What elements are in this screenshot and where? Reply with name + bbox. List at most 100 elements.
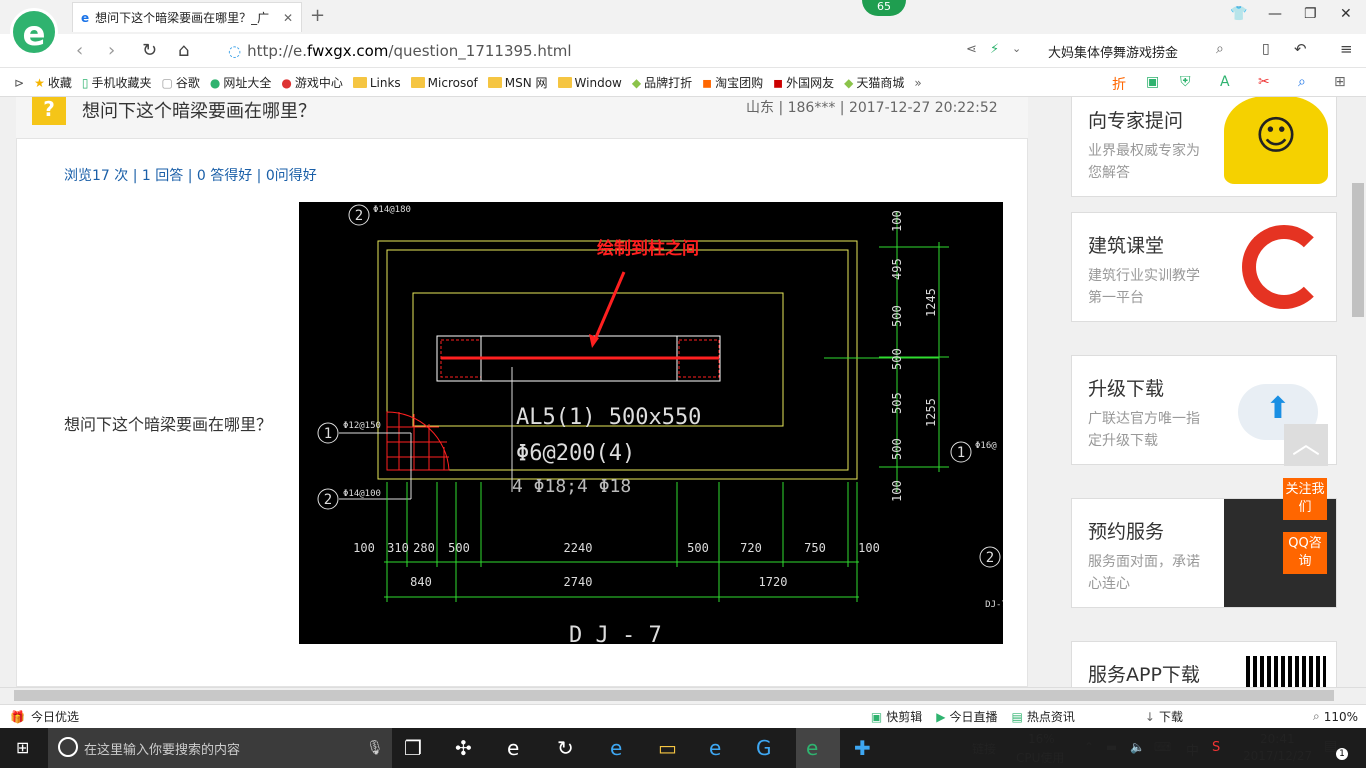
more-bookmarks-icon[interactable]: » xyxy=(914,76,921,90)
close-window-button[interactable]: ✕ xyxy=(1340,6,1352,22)
stirrup-label: Φ6@200(4) xyxy=(516,441,635,466)
sogou-icon[interactable]: S xyxy=(1212,740,1220,755)
vertical-scrollbar-thumb[interactable] xyxy=(1352,183,1364,317)
bolt-icon[interactable]: ⚡ xyxy=(990,42,999,57)
horizontal-scrollbar-thumb[interactable] xyxy=(14,690,1334,701)
tab-favicon-icon: e xyxy=(81,10,90,25)
taskbar-search[interactable]: 在这里输入你要搜索的内容 xyxy=(48,728,392,768)
home-button[interactable]: ⌂ xyxy=(178,40,189,61)
bookmark-item[interactable]: ★ 收藏 xyxy=(34,74,72,91)
card-desc: 广联达官方唯一指定升级下载 xyxy=(1088,411,1200,449)
search-tool-icon[interactable]: ⌕ xyxy=(1298,74,1306,90)
translate-icon[interactable]: A xyxy=(1220,74,1230,90)
bookmark-folder[interactable]: Links xyxy=(352,76,401,90)
new-tab-button[interactable]: + xyxy=(310,5,325,26)
bookmark-item[interactable]: ▯ 手机收藏夹 xyxy=(82,74,152,91)
swirl-app-icon[interactable]: ↻ xyxy=(557,736,574,760)
volume-icon[interactable]: 🔈 xyxy=(1130,740,1145,754)
svg-text:500: 500 xyxy=(890,438,904,460)
page-viewport: ? 想问下这个暗梁要画在哪里？ 山东 | 186*** | 2017-12-27… xyxy=(0,97,1350,687)
ie-icon[interactable]: e xyxy=(709,736,721,760)
bookmark-item[interactable]: ◼ 外国网友 xyxy=(773,74,834,91)
question-title: 想问下这个暗梁要画在哪里？ xyxy=(82,101,316,122)
refresh-button[interactable]: ↻ xyxy=(142,40,157,61)
svg-text:2: 2 xyxy=(355,208,363,224)
status-bar: 🎁 今日优选 ▣ 快剪辑 ▶ 今日直播 ▤ 热点资讯 ↓ 下载 ⌕ 110% xyxy=(0,704,1366,728)
cad-drawing-image[interactable]: 绘制到柱之间 AL5(1) 500x550 Φ6@200(4) 4 Φ18;4 … xyxy=(299,202,1007,648)
book-icon[interactable]: ▣ xyxy=(1146,74,1159,90)
bookmark-folder[interactable]: MSN 网 xyxy=(487,74,548,91)
sidebar-card-app[interactable]: 服务APP下载 xyxy=(1071,641,1337,687)
search-box[interactable]: 大妈集体停舞游戏捞金 xyxy=(1048,42,1178,61)
remote-app-icon[interactable]: ✚ xyxy=(854,736,871,760)
back-button[interactable]: ‹ xyxy=(76,40,83,61)
status-item[interactable]: 热点资讯 xyxy=(1027,708,1075,725)
svg-text:Φ16@: Φ16@ xyxy=(975,441,997,451)
sidebar-card-expert[interactable]: 向专家提问 业界最权威专家为您解答 ☺ xyxy=(1071,97,1337,197)
fan-app-icon[interactable]: ✣ xyxy=(455,736,472,760)
qq-consult-button[interactable]: QQ咨询 xyxy=(1283,532,1327,574)
microphone-icon[interactable]: 🎙 xyxy=(366,740,384,756)
network-icon[interactable]: ▬ xyxy=(1106,740,1117,754)
svg-text:2: 2 xyxy=(986,550,994,566)
scissors-icon[interactable]: ✂ xyxy=(1258,74,1270,90)
apps-icon[interactable]: ⊞ xyxy=(1334,74,1346,90)
sidebar-toggle-icon[interactable]: ⊳ xyxy=(14,76,24,90)
bookmark-item[interactable]: ◆ 天猫商城 xyxy=(844,74,904,91)
discount-icon[interactable]: 折 xyxy=(1112,74,1126,94)
menu-icon[interactable]: ≡ xyxy=(1340,40,1353,58)
svg-text:1: 1 xyxy=(324,426,332,442)
status-item[interactable]: 今日直播 xyxy=(950,708,998,725)
bookmark-item[interactable]: ● 网址大全 xyxy=(210,74,272,91)
keyboard-icon[interactable]: ⌨ xyxy=(1154,740,1171,754)
undo-icon[interactable]: ↶ xyxy=(1294,40,1307,58)
phone-icon[interactable]: ▯ xyxy=(1262,41,1270,57)
follow-us-button[interactable]: 关注我们 xyxy=(1283,478,1327,520)
bookmark-item[interactable]: ● 游戏中心 xyxy=(281,74,343,91)
beam-label: AL5(1) 500x550 xyxy=(516,405,701,430)
status-item[interactable]: 下载 xyxy=(1159,708,1183,725)
tab-close-icon[interactable]: ✕ xyxy=(283,11,293,25)
zoom-level[interactable]: 110% xyxy=(1324,710,1358,724)
today-picks[interactable]: 今日优选 xyxy=(31,708,79,725)
back-to-top-button[interactable]: ︿ xyxy=(1284,424,1328,466)
shirt-icon[interactable]: 👕 xyxy=(1230,6,1247,22)
browser-tab[interactable]: e 想问下这个暗梁要画在哪里？_广 ✕ xyxy=(72,2,302,32)
notification-count: 1 xyxy=(1336,748,1348,760)
bookmark-item[interactable]: ◼ 淘宝团购 xyxy=(702,74,763,91)
svg-text:505: 505 xyxy=(890,392,904,414)
sidebar-card-class[interactable]: 建筑课堂 建筑行业实训教学第一平台 xyxy=(1071,212,1337,322)
question-stats[interactable]: 浏览17 次 | 1 回答 | 0 答得好 | 0问得好 xyxy=(64,165,317,185)
svg-text:310: 310 xyxy=(387,541,409,555)
bookmark-item[interactable]: ◆ 品牌打折 xyxy=(632,74,692,91)
bookmark-item[interactable]: ▢ 谷歌 xyxy=(161,74,199,91)
shield-icon[interactable]: ⛨ xyxy=(1180,74,1191,90)
share-icon[interactable]: ⋖ xyxy=(966,42,977,57)
task-view-icon[interactable]: ❐ xyxy=(404,736,422,760)
ime-indicator[interactable]: 中 xyxy=(1186,740,1199,759)
bookmark-folder[interactable]: Window xyxy=(557,76,622,90)
status-item[interactable]: 快剪辑 xyxy=(886,708,922,725)
edge-icon[interactable]: e xyxy=(610,736,622,760)
address-bar[interactable]: ◌ http://e.fwxgx.com/question_1711395.ht… xyxy=(228,40,988,62)
hatch-quarter xyxy=(386,411,450,471)
svg-text:500: 500 xyxy=(890,348,904,370)
download-icon: ↓ xyxy=(1144,709,1155,724)
minimize-button[interactable]: — xyxy=(1268,6,1282,22)
chevron-down-icon[interactable]: ⌄ xyxy=(1012,42,1021,55)
search-icon[interactable]: ⌕ xyxy=(1216,41,1224,57)
link-label[interactable]: 链接 xyxy=(972,740,996,757)
forward-button[interactable]: › xyxy=(108,40,115,61)
bookmark-folder[interactable]: Microsof xyxy=(410,76,478,90)
chevron-up-icon[interactable]: ⌃ xyxy=(1084,740,1094,754)
windows-start-icon[interactable]: ⊞ xyxy=(16,738,29,757)
browser-active-icon[interactable]: e xyxy=(806,736,818,760)
g-app-icon[interactable]: G xyxy=(756,736,772,760)
file-explorer-icon[interactable]: ▭ xyxy=(658,736,677,760)
clock-time[interactable]: 20:41 xyxy=(1260,732,1295,746)
browser-e-icon[interactable]: e xyxy=(507,736,519,760)
browser-logo-icon[interactable]: e xyxy=(10,8,58,56)
cortana-icon[interactable] xyxy=(58,737,78,757)
restore-button[interactable]: ❐ xyxy=(1304,6,1317,22)
clock-date[interactable]: 2017/12/27 xyxy=(1243,749,1312,763)
